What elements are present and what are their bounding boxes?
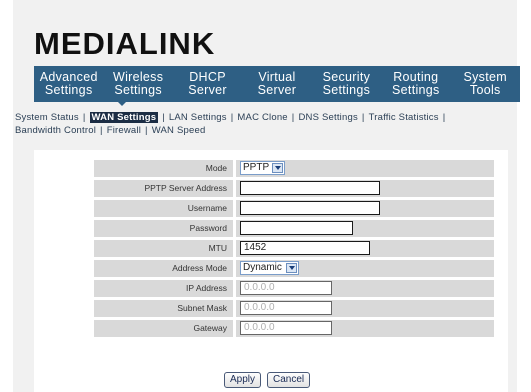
wan-settings-form: Mode PPTP PPTP Server Address Username P… <box>94 160 494 340</box>
subnet-mask-label: Subnet Mask <box>94 300 233 317</box>
separator: | <box>442 112 446 123</box>
nav-system-tools[interactable]: System Tools <box>451 66 520 102</box>
nav-label: Tools <box>469 83 501 97</box>
subnav-traffic-statistics[interactable]: Traffic Statistics <box>369 112 439 123</box>
nav-security-settings[interactable]: Security Settings <box>312 66 381 102</box>
separator: | <box>100 125 103 136</box>
main-navigation: Advanced Settings Wireless Settings DHCP Se… <box>34 66 520 102</box>
nav-virtual-server[interactable]: Virtual Server <box>242 66 311 102</box>
separator: | <box>230 112 234 123</box>
chevron-down-icon <box>272 163 283 173</box>
address-mode-select[interactable]: Dynamic <box>240 261 299 275</box>
gateway-label: Gateway <box>94 320 233 337</box>
mtu-input[interactable]: 1452 <box>240 241 370 255</box>
separator: | <box>145 125 148 136</box>
nav-label: Settings <box>114 83 162 97</box>
form-row-mode: Mode PPTP <box>94 160 494 177</box>
form-row-gateway: Gateway 0.0.0.0 <box>94 320 494 337</box>
form-row-subnet-mask: Subnet Mask 0.0.0.0 <box>94 300 494 317</box>
nav-dhcp-server[interactable]: DHCP Server <box>173 66 242 102</box>
password-input[interactable] <box>240 221 353 235</box>
separator: | <box>291 112 295 123</box>
address-mode-label: Address Mode <box>94 260 233 277</box>
subnav-wan-speed[interactable]: WAN Speed <box>152 125 206 136</box>
separator: | <box>162 112 165 123</box>
subnav-bandwidth-control[interactable]: Bandwidth Control <box>15 125 96 136</box>
mode-value: PPTP <box>243 162 270 173</box>
separator: | <box>361 112 365 123</box>
ip-address-input[interactable]: 0.0.0.0 <box>240 281 332 295</box>
subnet-mask-input[interactable]: 0.0.0.0 <box>240 301 332 315</box>
subnav-mac-clone[interactable]: MAC Clone <box>237 112 287 123</box>
form-row-mtu: MTU 1452 <box>94 240 494 257</box>
form-row-username: Username <box>94 200 494 217</box>
subnav-dns-settings[interactable]: DNS Settings <box>298 112 357 123</box>
active-nav-pointer-icon <box>117 101 127 106</box>
address-mode-value: Dynamic <box>243 262 282 273</box>
pptp-server-label: PPTP Server Address <box>94 180 233 197</box>
brand-name: MEDIALINK <box>34 26 215 60</box>
username-label: Username <box>94 200 233 217</box>
username-input[interactable] <box>240 201 380 215</box>
nav-advanced-settings[interactable]: Advanced Settings <box>34 66 103 102</box>
mode-label: Mode <box>94 160 233 177</box>
chevron-down-icon <box>286 263 297 273</box>
password-label: Password <box>94 220 233 237</box>
nav-wireless-settings[interactable]: Wireless Settings <box>103 66 172 102</box>
ip-address-label: IP Address <box>94 280 233 297</box>
form-row-address-mode: Address Mode Dynamic <box>94 260 494 277</box>
form-row-ip-address: IP Address 0.0.0.0 <box>94 280 494 297</box>
form-buttons: Apply Cancel <box>224 372 311 388</box>
form-row-password: Password <box>94 220 494 237</box>
nav-label: Settings <box>322 83 371 97</box>
nav-label: Settings <box>392 83 440 97</box>
subnav-wan-settings[interactable]: WAN Settings <box>89 112 159 123</box>
subnav-lan-settings[interactable]: LAN Settings <box>169 112 227 123</box>
pptp-server-input[interactable] <box>240 181 380 195</box>
sub-navigation: System Status | WAN Settings | LAN Settings |… <box>15 111 515 137</box>
subnav-firewall[interactable]: Firewall <box>107 125 141 136</box>
nav-label: Settings <box>44 83 93 97</box>
subnav-system-status[interactable]: System Status <box>15 112 79 123</box>
separator: | <box>82 112 86 123</box>
gateway-input[interactable]: 0.0.0.0 <box>240 321 332 335</box>
medialink-logo: MEDIALINK <box>34 26 264 60</box>
nav-routing-settings[interactable]: Routing Settings <box>381 66 450 102</box>
mode-select[interactable]: PPTP <box>240 161 285 175</box>
form-row-pptp-server: PPTP Server Address <box>94 180 494 197</box>
cancel-button[interactable]: Cancel <box>267 372 311 388</box>
wan-settings-panel: Mode PPTP PPTP Server Address Username P… <box>34 150 508 392</box>
nav-label: Server <box>188 83 227 97</box>
nav-label: Server <box>257 83 297 97</box>
mtu-label: MTU <box>94 240 233 257</box>
apply-button[interactable]: Apply <box>224 372 262 388</box>
